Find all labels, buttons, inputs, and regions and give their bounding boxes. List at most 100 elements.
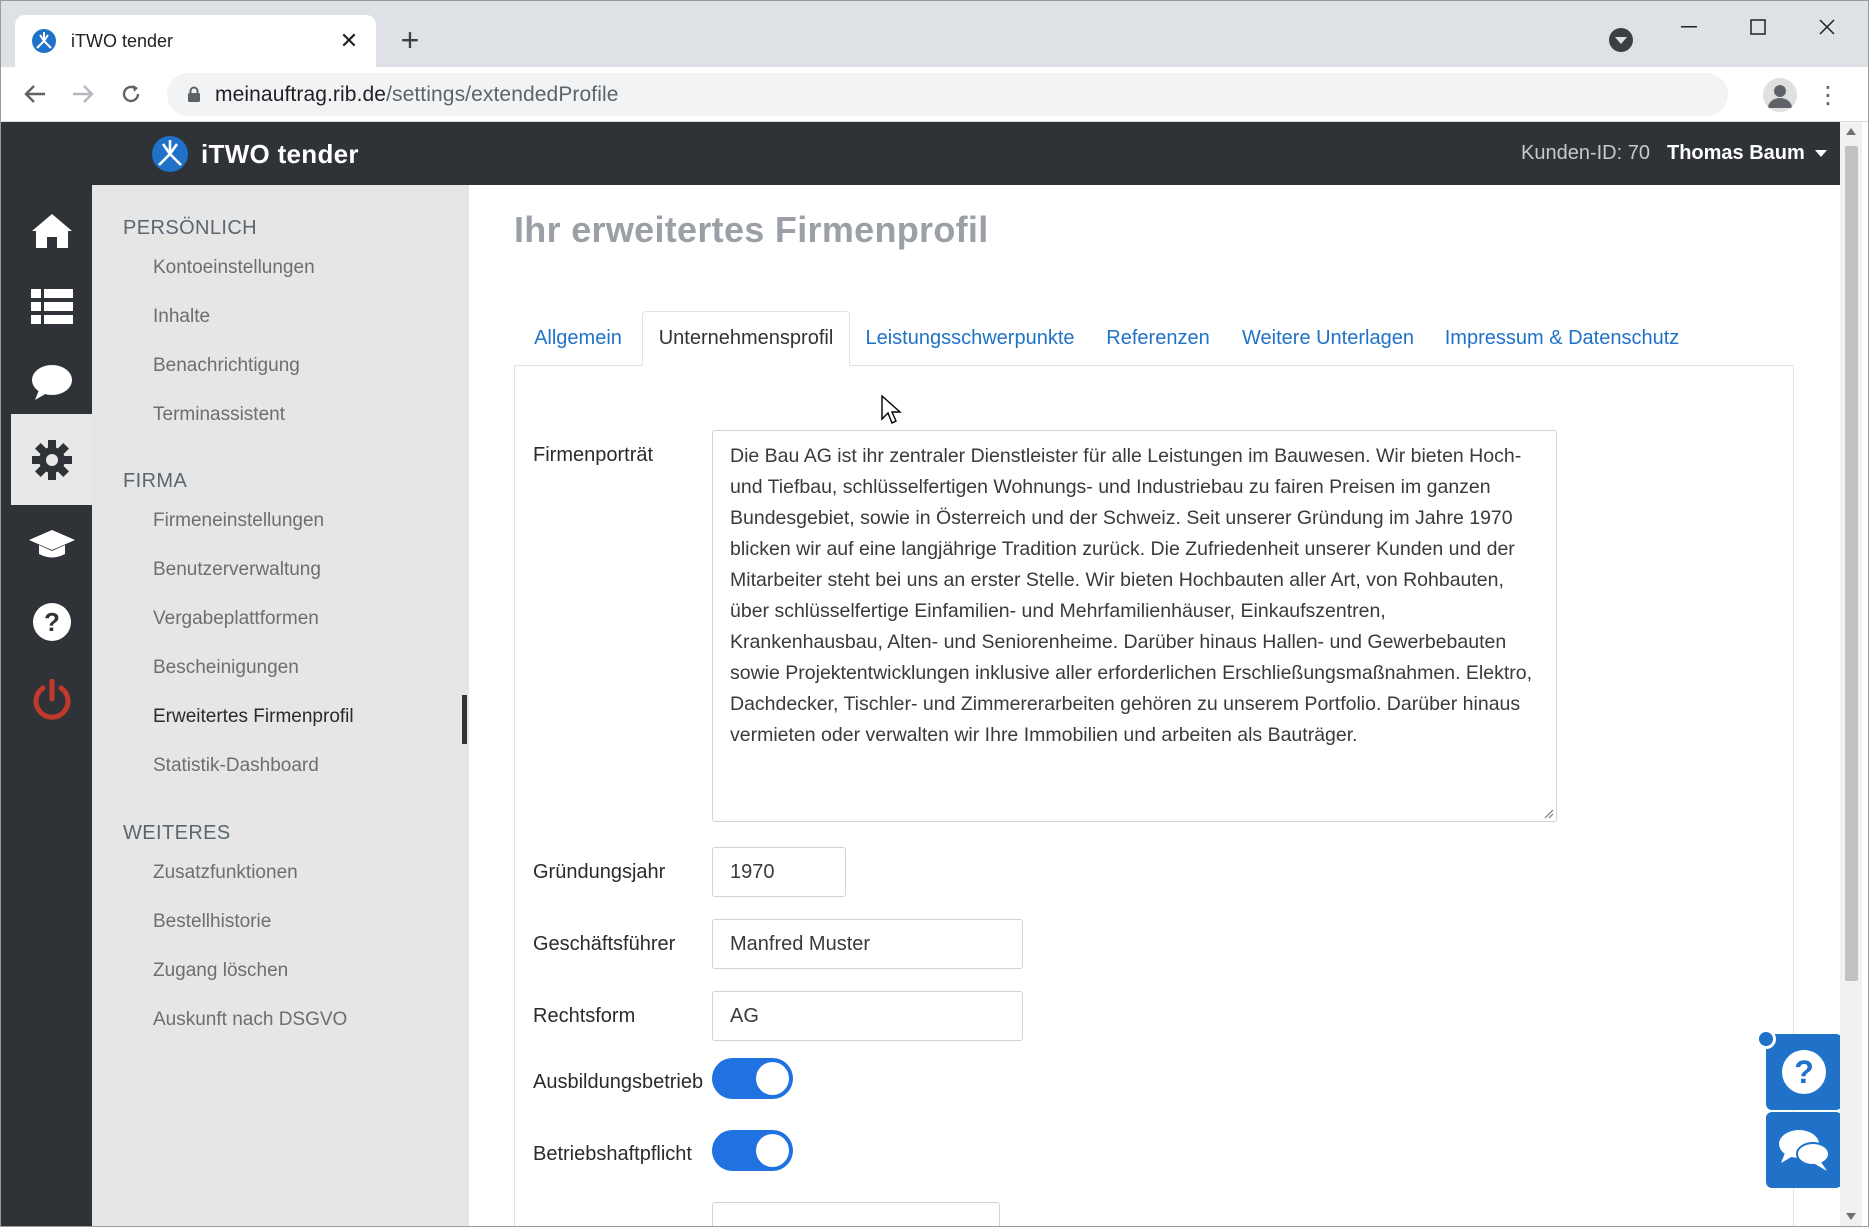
reload-icon[interactable] bbox=[113, 76, 149, 112]
mouse-cursor-icon bbox=[881, 395, 902, 424]
tab-general[interactable]: Allgemein bbox=[514, 311, 642, 366]
back-arrow-icon[interactable] bbox=[17, 76, 53, 112]
founded-input[interactable]: 1970 bbox=[712, 847, 846, 897]
nav-item-user-management[interactable]: Benutzerverwaltung bbox=[153, 559, 321, 581]
main-content: Ihr erweitertes Firmenprofil Allgemein U… bbox=[469, 185, 1840, 1226]
chat-bubble-icon bbox=[31, 364, 72, 400]
scroll-down-icon[interactable] bbox=[1846, 1213, 1856, 1220]
nav-heading-personal: PERSÖNLICH bbox=[123, 217, 258, 239]
scroll-thumb[interactable] bbox=[1845, 146, 1858, 981]
nav-item-scheduling-assistant[interactable]: Terminassistent bbox=[153, 404, 285, 426]
chat-float-button[interactable] bbox=[1766, 1112, 1840, 1188]
graduation-cap-icon bbox=[28, 530, 75, 558]
minimize-icon[interactable] bbox=[1659, 9, 1719, 45]
toggle-knob bbox=[756, 1134, 789, 1167]
app: iTWO tender Kunden-ID: 70 Thomas Baum ? … bbox=[1, 122, 1840, 1226]
settings-sidenav: PERSÖNLICH Kontoeinstellungen Inhalte Be… bbox=[92, 185, 469, 1226]
power-icon bbox=[33, 679, 70, 720]
nav-item-company-settings[interactable]: Firmeneinstellungen bbox=[153, 510, 324, 532]
training-label: Ausbildungsbetrieb bbox=[533, 1071, 704, 1093]
rail-help[interactable]: ? bbox=[11, 583, 92, 661]
training-toggle[interactable] bbox=[712, 1058, 793, 1099]
portrait-text: Die Bau AG ist ihr zentraler Dienstleist… bbox=[730, 445, 1533, 746]
maximize-icon[interactable] bbox=[1728, 9, 1788, 45]
liability-label: Betriebshaftpflicht bbox=[533, 1143, 692, 1165]
browser-toolbar: meinauftrag.rib.de/settings/extendedProf… bbox=[1, 67, 1869, 122]
question-circle-icon: ? bbox=[32, 603, 71, 641]
ceo-value: Manfred Muster bbox=[730, 932, 871, 955]
address-bar[interactable]: meinauftrag.rib.de/settings/extendedProf… bbox=[167, 73, 1869, 116]
founded-label: Gründungsjahr bbox=[533, 861, 666, 883]
profile-tabs: Allgemein Unternehmensprofil Leistungssc… bbox=[514, 311, 1794, 366]
lock-icon bbox=[188, 86, 200, 102]
legal-form-label: Rechtsform bbox=[533, 1005, 636, 1027]
scroll-up-icon[interactable] bbox=[1846, 128, 1856, 135]
liability-toggle[interactable] bbox=[712, 1130, 793, 1171]
nav-heading-company: FIRMA bbox=[123, 470, 188, 492]
svg-text:?: ? bbox=[44, 607, 60, 637]
chevron-down-icon bbox=[1814, 150, 1827, 157]
page-scrollbar[interactable] bbox=[1840, 122, 1862, 1226]
nav-item-statistics-dashboard[interactable]: Statistik-Dashboard bbox=[153, 755, 319, 777]
nav-item-extended-profile[interactable]: Erweitertes Firmenprofil bbox=[153, 706, 354, 728]
itwo-favicon-icon bbox=[32, 29, 56, 53]
browser-menu-icon[interactable]: ⋮ bbox=[1816, 78, 1840, 112]
active-nav-indicator bbox=[462, 695, 467, 744]
chat-icon bbox=[1779, 1130, 1830, 1171]
user-menu[interactable]: Thomas Baum bbox=[1667, 142, 1827, 165]
notification-dot bbox=[1756, 1029, 1776, 1049]
url-path: /settings/extendedProfile bbox=[386, 83, 619, 106]
tab-search-icon[interactable] bbox=[1609, 28, 1633, 52]
app-logo[interactable]: iTWO tender bbox=[151, 135, 359, 173]
rail-settings[interactable] bbox=[11, 414, 92, 505]
nav-item-account-settings[interactable]: Kontoeinstellungen bbox=[153, 257, 315, 279]
nav-item-certificates[interactable]: Bescheinigungen bbox=[153, 657, 299, 679]
founded-value: 1970 bbox=[730, 860, 775, 883]
gear-icon bbox=[31, 439, 72, 480]
nav-item-notifications[interactable]: Benachrichtigung bbox=[153, 355, 300, 377]
new-tab-icon[interactable]: + bbox=[393, 22, 427, 58]
list-icon bbox=[30, 288, 73, 324]
page-title: Ihr erweitertes Firmenprofil bbox=[514, 209, 989, 250]
customer-id: Kunden-ID: 70 bbox=[1521, 142, 1650, 164]
browser-tab[interactable]: iTWO tender ✕ bbox=[15, 15, 376, 67]
question-circle-icon: ? bbox=[1782, 1050, 1826, 1094]
profile-avatar-icon[interactable] bbox=[1763, 78, 1797, 112]
portrait-textarea[interactable]: Die Bau AG ist ihr zentraler Dienstleist… bbox=[712, 430, 1557, 822]
nav-item-gdpr-info[interactable]: Auskunft nach DSGVO bbox=[153, 1009, 347, 1031]
icon-rail: ? bbox=[1, 185, 92, 1226]
nav-heading-more: WEITERES bbox=[123, 822, 231, 844]
tab-references[interactable]: Referenzen bbox=[1090, 311, 1226, 366]
itwo-logo-icon bbox=[152, 136, 188, 172]
user-name: Thomas Baum bbox=[1667, 142, 1805, 164]
nav-item-delete-account[interactable]: Zugang löschen bbox=[153, 960, 288, 982]
resize-grip-icon[interactable] bbox=[1542, 807, 1554, 819]
app-header: iTWO tender Kunden-ID: 70 Thomas Baum bbox=[1, 122, 1840, 185]
nav-item-order-history[interactable]: Bestellhistorie bbox=[153, 911, 271, 933]
next-field-input[interactable] bbox=[712, 1202, 1000, 1226]
browser-window: iTWO tender ✕ + meinauftrag.rib.de/setti… bbox=[0, 0, 1869, 1227]
tab-imprint-privacy[interactable]: Impressum & Datenschutz bbox=[1430, 311, 1694, 366]
portrait-label: Firmenporträt bbox=[533, 444, 654, 466]
logo-text: iTWO tender bbox=[201, 138, 359, 169]
ceo-input[interactable]: Manfred Muster bbox=[712, 919, 1023, 969]
ceo-label: Geschäftsführer bbox=[533, 933, 676, 955]
rail-training[interactable] bbox=[11, 505, 92, 583]
help-float-button[interactable]: ? bbox=[1766, 1034, 1840, 1110]
close-tab-icon[interactable]: ✕ bbox=[336, 28, 362, 54]
nav-item-tender-platforms[interactable]: Vergabeplattformen bbox=[153, 608, 319, 630]
rail-logout[interactable] bbox=[11, 661, 92, 739]
url-text: meinauftrag.rib.de/settings/extendedProf… bbox=[215, 83, 619, 107]
tab-service-focus[interactable]: Leistungsschwerpunkte bbox=[850, 311, 1090, 366]
home-icon bbox=[31, 213, 72, 248]
tab-company-profile[interactable]: Unternehmensprofil bbox=[642, 311, 850, 366]
url-host: meinauftrag.rib.de bbox=[215, 83, 387, 106]
tab-further-documents[interactable]: Weitere Unterlagen bbox=[1226, 311, 1430, 366]
legal-form-value: AG bbox=[730, 1004, 759, 1027]
nav-item-contents[interactable]: Inhalte bbox=[153, 306, 210, 328]
nav-item-add-ons[interactable]: Zusatzfunktionen bbox=[153, 862, 298, 884]
browser-tabstrip: iTWO tender ✕ + bbox=[1, 1, 1868, 67]
window-close-icon[interactable] bbox=[1797, 9, 1857, 45]
legal-form-input[interactable]: AG bbox=[712, 991, 1023, 1041]
forward-arrow-icon[interactable] bbox=[65, 76, 101, 112]
